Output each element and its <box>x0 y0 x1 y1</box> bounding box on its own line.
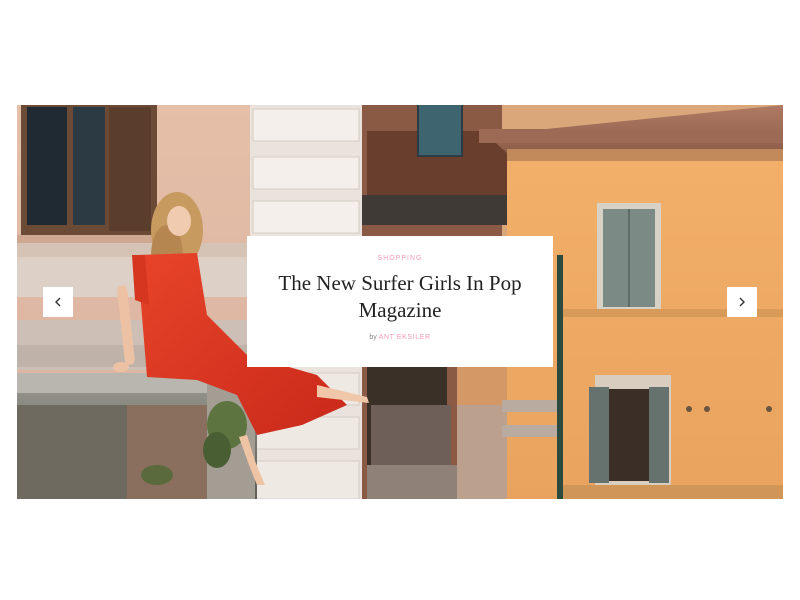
post-category[interactable]: Shopping <box>247 255 553 262</box>
chevron-right-icon <box>739 297 745 307</box>
page: Shopping The New Surfer Girls In Pop Mag… <box>0 0 800 600</box>
post-title[interactable]: The New Surfer Girls In Pop Magazine <box>265 270 535 324</box>
slider-next-button[interactable] <box>727 287 757 317</box>
chevron-left-icon <box>55 297 61 307</box>
featured-slider: Shopping The New Surfer Girls In Pop Mag… <box>17 105 783 499</box>
post-byline: by Ant Eksiler <box>247 334 553 341</box>
post-card: Shopping The New Surfer Girls In Pop Mag… <box>247 236 553 367</box>
slider-prev-button[interactable] <box>43 287 73 317</box>
byline-prefix: by <box>369 334 377 341</box>
post-author[interactable]: Ant Eksiler <box>379 334 431 341</box>
